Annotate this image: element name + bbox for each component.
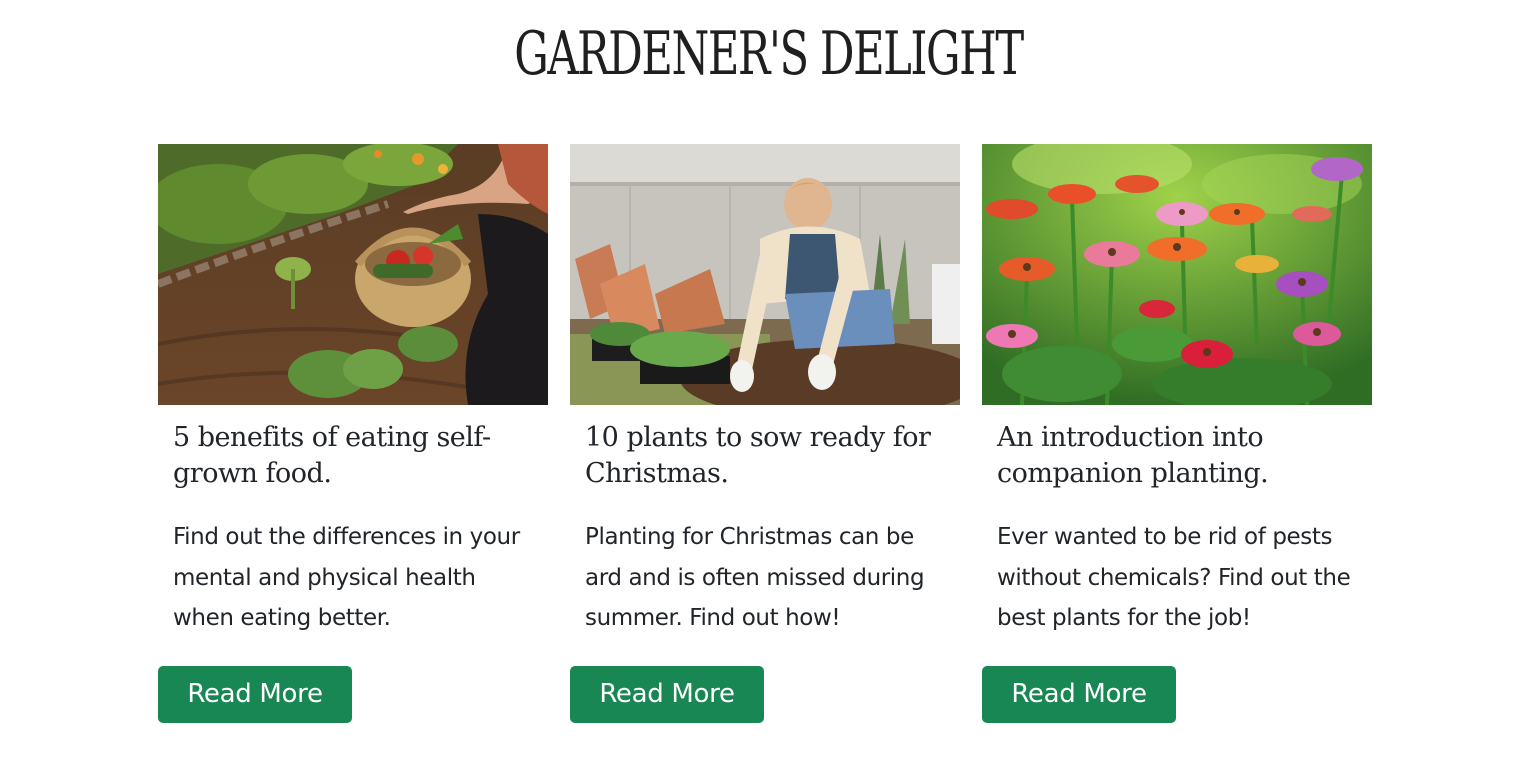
read-more-button[interactable]: Read More (982, 666, 1176, 723)
card-description: Ever wanted to be rid of pests without c… (997, 524, 1351, 631)
article-card: An introduction into companion planting.… (982, 144, 1372, 744)
card-image-zinnia-flowers (982, 144, 1372, 405)
article-card: 10 plants to sow ready for Christmas. Pl… (570, 144, 960, 744)
card-title: An introduction into companion planting. (997, 422, 1269, 489)
site-title: GARDENER'S DELIGHT (514, 19, 1024, 89)
card-title: 10 plants to sow ready for Christmas. (585, 422, 931, 489)
read-more-button[interactable]: Read More (158, 666, 352, 723)
card-image-vegetable-basket (158, 144, 548, 405)
article-card: 5 benefits of eating self-grown food. Fi… (158, 144, 548, 744)
read-more-button[interactable]: Read More (570, 666, 764, 723)
card-image-woman-planting (570, 144, 960, 405)
card-title: 5 benefits of eating self-grown food. (173, 422, 491, 489)
card-description: Planting for Christmas can be ard and is… (585, 524, 925, 631)
card-description: Find out the differences in your mental … (173, 524, 520, 631)
